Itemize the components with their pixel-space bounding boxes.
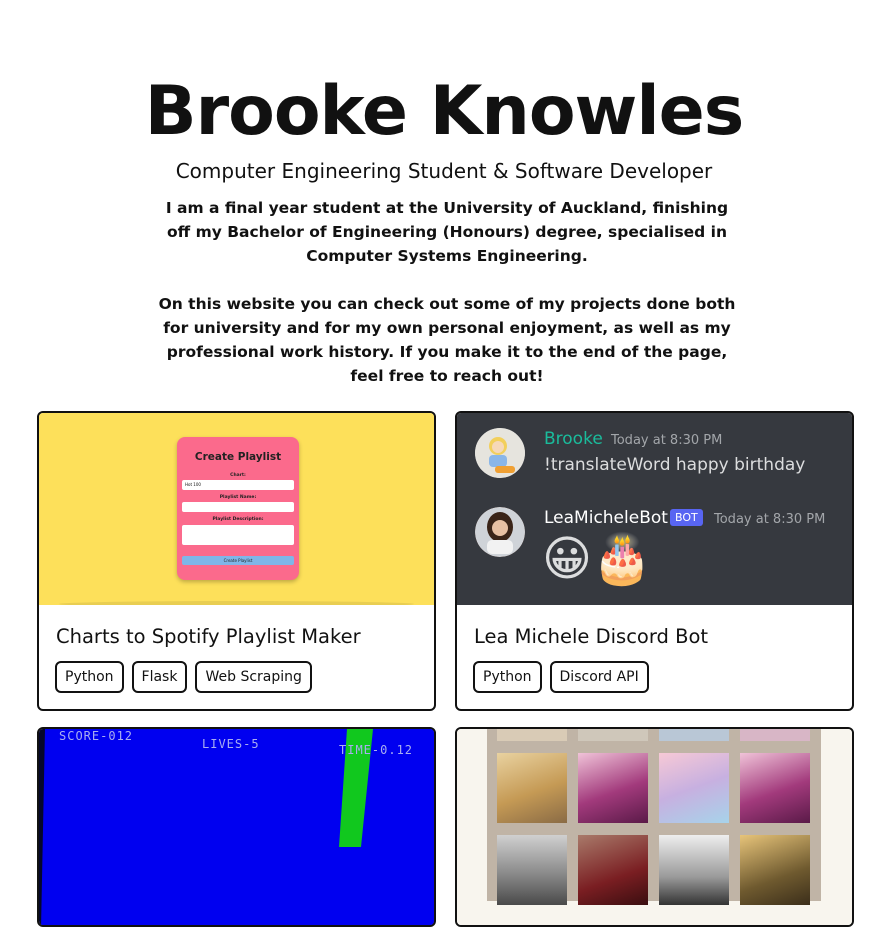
- tag-web-scraping: Web Scraping: [195, 661, 312, 693]
- chart-label: Chart:: [230, 473, 246, 478]
- album-cover: [659, 729, 729, 741]
- lives-readout: LIVES-5: [202, 737, 260, 751]
- project-card-spotify[interactable]: Create Playlist Chart: Hot 100 Playlist …: [37, 411, 436, 711]
- message-timestamp-2: Today at 8:30 PM: [714, 512, 826, 527]
- album-cover: [740, 753, 810, 823]
- bot-avatar: [475, 507, 525, 557]
- album-cover: [659, 835, 729, 905]
- game-screen: [41, 729, 434, 925]
- project-tags: Python Discord API: [473, 661, 649, 693]
- emoji-reply: 😀🎂: [542, 531, 652, 587]
- playlist-form-screenshot: Create Playlist Chart: Hot 100 Playlist …: [177, 437, 299, 580]
- album-cover: [578, 835, 648, 905]
- project-card-discord[interactable]: Brooke Today at 8:30 PM !translateWord h…: [455, 411, 854, 711]
- page-subtitle: Computer Engineering Student & Software …: [175, 159, 713, 183]
- project-thumbnail-spotify: Create Playlist Chart: Hot 100 Playlist …: [39, 413, 434, 605]
- playlist-name-label: Playlist Name:: [219, 495, 257, 500]
- project-thumbnail-discord: Brooke Today at 8:30 PM !translateWord h…: [457, 413, 852, 605]
- page-title: Brooke Knowles: [144, 72, 745, 151]
- brooke-username: Brooke: [544, 429, 603, 449]
- brooke-avatar: [475, 428, 525, 478]
- time-readout: TIME-0.12: [339, 743, 414, 757]
- album-cover: [497, 753, 567, 823]
- form-title: Create Playlist: [194, 451, 282, 463]
- project-tags: Python Flask Web Scraping: [55, 661, 312, 693]
- tag-python: Python: [473, 661, 542, 693]
- project-card-albums[interactable]: [455, 727, 854, 927]
- project-title[interactable]: Charts to Spotify Playlist Maker: [56, 625, 361, 648]
- album-cover: [497, 729, 567, 741]
- thumbnail-shadow: [59, 601, 414, 605]
- playlist-name-input: [182, 502, 294, 512]
- score-readout: SCORE-012: [59, 729, 134, 743]
- album-cover: [740, 835, 810, 905]
- message-text-1: !translateWord happy birthday: [544, 455, 806, 475]
- intro-paragraph-1: I am a final year student at the Univers…: [165, 199, 729, 265]
- album-cover: [740, 729, 810, 741]
- album-cover: [497, 835, 567, 905]
- project-title[interactable]: Lea Michele Discord Bot: [474, 625, 708, 648]
- album-grid: [487, 729, 821, 905]
- album-cover: [659, 753, 729, 823]
- playlist-description-input: [182, 525, 294, 545]
- intro-paragraph-2: On this website you can check out some o…: [158, 295, 736, 385]
- tag-flask: Flask: [131, 661, 188, 693]
- message-timestamp-1: Today at 8:30 PM: [611, 433, 723, 448]
- playlist-description-label: Playlist Description:: [212, 517, 264, 522]
- create-playlist-button: Create Playlist: [182, 556, 294, 565]
- bot-badge: BOT: [670, 509, 703, 526]
- tag-discord-api: Discord API: [549, 661, 649, 693]
- chart-select: Hot 100: [182, 480, 294, 490]
- tag-python: Python: [55, 661, 124, 693]
- project-thumbnail-game: SCORE-012 LIVES-5 TIME-0.12: [39, 729, 434, 925]
- bot-username: LeaMicheleBot: [544, 508, 668, 528]
- project-thumbnail-albums: [457, 729, 852, 925]
- project-card-game[interactable]: SCORE-012 LIVES-5 TIME-0.12: [37, 727, 436, 927]
- album-cover: [578, 729, 648, 741]
- album-cover: [578, 753, 648, 823]
